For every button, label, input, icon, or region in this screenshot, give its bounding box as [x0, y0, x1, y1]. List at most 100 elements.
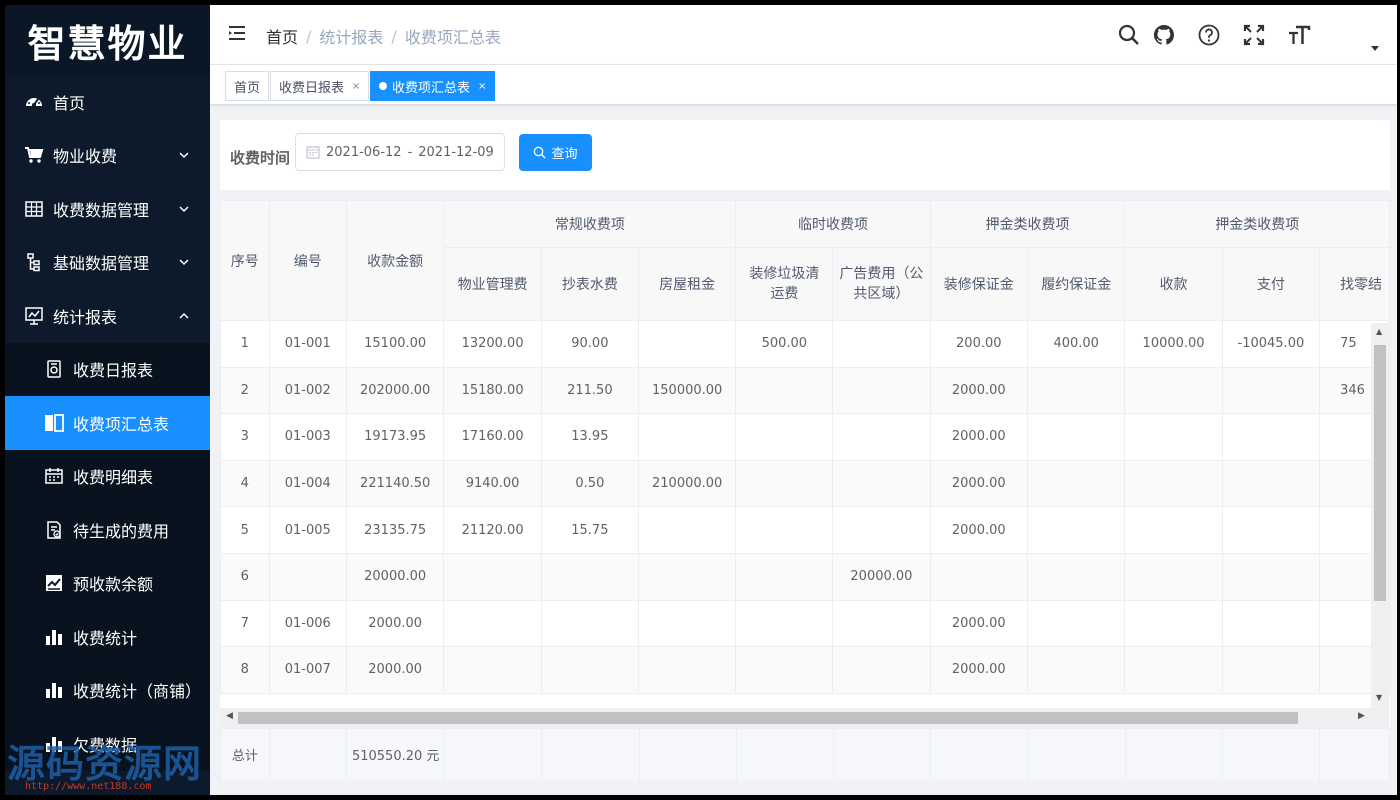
horizontal-scrollbar[interactable]: ◀ ▶: [220, 708, 1389, 728]
table-cell: 01-005: [268, 506, 347, 554]
sidebar-item-home[interactable]: 首页: [5, 75, 210, 129]
tag-home[interactable]: 首页: [225, 71, 270, 101]
header-group-deposit-2: 押金类收费项: [1124, 200, 1390, 248]
vertical-scrollbar[interactable]: ▲ ▼: [1371, 323, 1389, 708]
table-cell: [929, 552, 1029, 601]
active-dot-icon: [379, 82, 387, 90]
table-cell: [735, 646, 834, 694]
tag-daily-report[interactable]: 收费日报表 ×: [270, 71, 370, 101]
start-date-input[interactable]: 2021-06-12: [326, 145, 402, 160]
end-date-input[interactable]: 2021-12-09: [418, 145, 494, 160]
table-cell: 21120.00: [443, 506, 542, 554]
filter-label: 收费时间: [230, 149, 291, 167]
dashboard-icon: [23, 91, 45, 113]
sidebar-item-pending-fees[interactable]: 待生成的费用: [5, 503, 210, 557]
table-row: 4 01-004 221140.50 9140.00 0.50 210000.00 2000…: [220, 459, 1390, 508]
table-cell: 200.00: [929, 320, 1029, 368]
table-cell: [1124, 506, 1223, 554]
sidebar-item-fee-stats-shop[interactable]: 收费统计（商铺）: [5, 663, 210, 717]
table-cell: [832, 413, 931, 461]
table-cell: 8: [220, 646, 270, 694]
table-cell: 15180.00: [443, 366, 542, 415]
sidebar-item-label: 收费日报表: [73, 361, 154, 381]
breadcrumb-separator: /: [391, 26, 397, 46]
sidebar-item-fee-summary[interactable]: 收费项汇总表: [5, 396, 210, 450]
table-cell: [1026, 366, 1126, 415]
sidebar-item-fee-data[interactable]: 收费数据管理: [5, 182, 210, 236]
table-cell: 1: [220, 320, 270, 368]
sidebar-item-fee-detail[interactable]: 收费明细表: [5, 449, 210, 503]
table-cell: 13.95: [540, 413, 639, 461]
table-cell: 221140.50: [345, 459, 445, 508]
header-decor-deposit: 装修保证金: [929, 247, 1029, 321]
scroll-left-icon[interactable]: ◀: [226, 711, 233, 721]
scroll-down-icon[interactable]: ▼: [1376, 693, 1382, 702]
table-cell: 500.00: [735, 320, 834, 368]
table-cell: [1124, 413, 1223, 461]
chart-box-icon: [43, 572, 65, 594]
date-range-picker[interactable]: 2021-06-12 - 2021-12-09: [295, 133, 505, 171]
table-cell: 2000.00: [929, 459, 1029, 508]
table-cell: 19173.95: [345, 413, 445, 461]
table-row: 1 01-001 15100.00 13200.00 90.00 500.00 200.00…: [220, 320, 1390, 368]
table-cell: [1221, 599, 1321, 648]
sidebar-item-reports[interactable]: 统计报表: [5, 289, 210, 343]
chevron-down-icon: [179, 259, 189, 266]
font-size-icon[interactable]: [1287, 23, 1311, 47]
sidebar-item-fee-stats[interactable]: 收费统计: [5, 610, 210, 664]
table-cell: [637, 646, 737, 694]
doc-check-icon: [43, 519, 65, 541]
search-icon[interactable]: [1117, 23, 1141, 47]
table-cell: 01-003: [268, 413, 347, 461]
table-cell: [1026, 552, 1126, 601]
hamburger-icon[interactable]: [227, 23, 249, 45]
table-cell: -10045.00: [1221, 320, 1321, 368]
table-cell: 01-001: [268, 320, 347, 368]
watermark-text: 源码资源网: [7, 742, 203, 786]
query-button-label: 查询: [551, 147, 578, 162]
table-cell: [443, 552, 542, 601]
table-cell: 5: [220, 506, 270, 554]
table-cell: 13200.00: [443, 320, 542, 368]
sidebar-item-label: 首页: [53, 93, 86, 113]
table-cell: [637, 413, 737, 461]
help-icon[interactable]: [1197, 23, 1221, 47]
caret-down-icon[interactable]: [1370, 43, 1380, 53]
scroll-right-icon[interactable]: ▶: [1358, 711, 1365, 721]
table-cell: [637, 599, 737, 648]
footer-cell: [930, 728, 1029, 780]
footer-cell: [541, 728, 640, 780]
breadcrumb-home[interactable]: 首页: [266, 24, 298, 48]
filter-form: 收费时间 2021-06-12 - 2021-12-09 查询: [220, 120, 1390, 190]
sidebar-item-base-data[interactable]: 基础数据管理: [5, 236, 210, 290]
footer-cell: [268, 728, 348, 780]
github-icon[interactable]: [1152, 23, 1176, 47]
summary-footer: 总计 510550.20 元: [220, 728, 1390, 780]
table-cell: [1026, 506, 1126, 554]
tag-fee-summary[interactable]: 收费项汇总表 ×: [370, 71, 496, 101]
table-cell: [1221, 552, 1321, 601]
scrollbar-thumb[interactable]: [238, 712, 1298, 724]
scroll-up-icon[interactable]: ▲: [1376, 327, 1382, 336]
sidebar-item-daily-report[interactable]: 收费日报表: [5, 342, 210, 396]
sidebar-item-property-fee[interactable]: 物业收费: [5, 129, 210, 183]
chevron-down-icon: [179, 206, 189, 212]
query-button[interactable]: 查询: [519, 134, 592, 171]
fullscreen-icon[interactable]: [1242, 23, 1266, 47]
tag-label: 收费日报表: [279, 80, 345, 96]
table-cell: [1026, 413, 1126, 461]
table-cell: 2000.00: [929, 646, 1029, 694]
table-cell: [1124, 599, 1223, 648]
scrollbar-thumb[interactable]: [1374, 345, 1386, 601]
header-group-temp: 临时收费项: [735, 200, 931, 248]
close-icon[interactable]: ×: [352, 81, 360, 92]
calendar-icon: [306, 146, 320, 159]
table-cell: [1124, 366, 1223, 415]
footer-cell: [833, 728, 932, 780]
sidebar-item-prepaid-balance[interactable]: 预收款余额: [5, 556, 210, 610]
header-water-fee: 抄表水费: [540, 247, 639, 321]
table-cell: 211.50: [540, 366, 639, 415]
table-row: 2 01-002 202000.00 15180.00 211.50 150000.00 2…: [220, 366, 1390, 415]
table-cell: [637, 552, 737, 601]
close-icon[interactable]: ×: [478, 81, 486, 92]
